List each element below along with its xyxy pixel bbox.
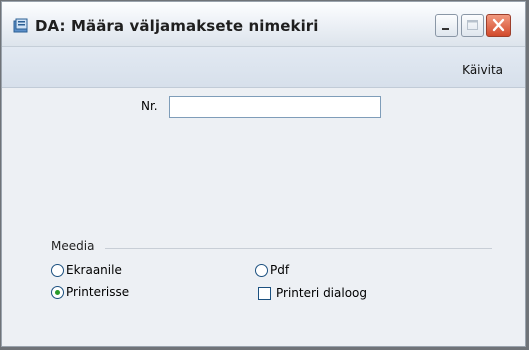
media-group-divider <box>105 248 492 249</box>
radio-printerisse[interactable]: Printerisse <box>51 285 129 299</box>
minimize-icon <box>442 28 449 30</box>
close-button[interactable] <box>486 14 511 37</box>
radio-pdf-label: Pdf <box>270 263 290 277</box>
radio-ekraanile-circle[interactable] <box>51 263 64 277</box>
toolbar: Käivita <box>2 47 525 88</box>
close-icon <box>492 18 505 32</box>
radio-pdf-circle[interactable] <box>255 263 268 277</box>
nr-field[interactable] <box>169 96 381 118</box>
printer-dialog-checkbox[interactable]: Printeri dialoog <box>258 286 367 300</box>
window-title: DA: Määra väljamaksete nimekiri <box>35 17 319 35</box>
radio-ekraanile-label: Ekraanile <box>66 263 122 277</box>
radio-printerisse-circle[interactable] <box>51 285 64 299</box>
run-button[interactable]: Käivita <box>462 63 503 77</box>
media-group-label: Meedia <box>51 239 95 253</box>
radio-ekraanile[interactable]: Ekraanile <box>51 263 122 277</box>
report-window: DA: Määra väljamaksete nimekiri Käivita … <box>1 1 526 347</box>
radio-printerisse-label: Printerisse <box>66 285 130 299</box>
printer-dialog-box[interactable] <box>258 286 271 300</box>
printer-dialog-label: Printeri dialoog <box>276 286 368 300</box>
title-bar[interactable]: DA: Määra väljamaksete nimekiri <box>2 2 525 47</box>
maximize-icon <box>467 20 478 30</box>
app-icon <box>13 18 29 34</box>
form-area: Nr. Meedia Ekraanile Printerisse Pdf Pri… <box>2 88 525 346</box>
maximize-button[interactable] <box>461 14 484 37</box>
minimize-button[interactable] <box>435 14 458 37</box>
radio-pdf[interactable]: Pdf <box>255 263 289 277</box>
nr-label: Nr. <box>141 99 158 113</box>
